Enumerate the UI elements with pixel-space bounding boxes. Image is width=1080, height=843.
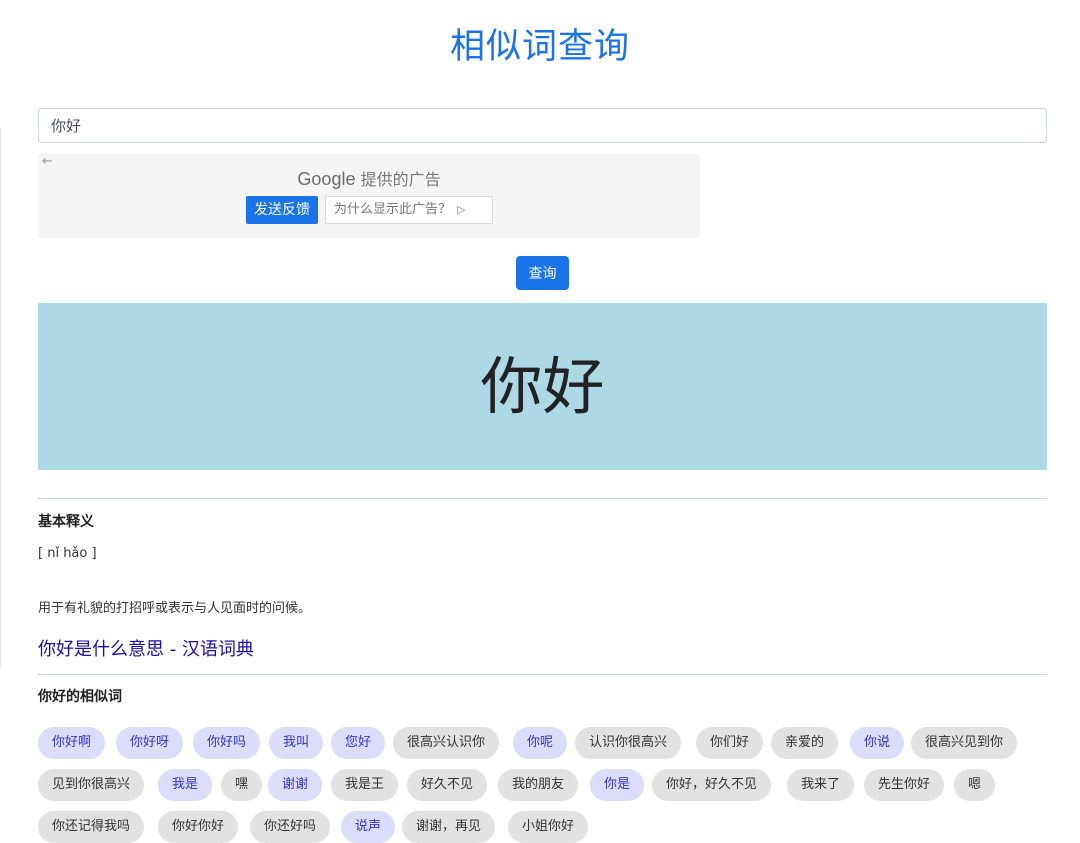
left-divider (0, 128, 1, 668)
related-word-tag[interactable]: 你好，好久不见 (652, 769, 772, 801)
pinyin: [ nǐ hǎo ] (38, 546, 97, 561)
hero-banner: 你好 (38, 303, 1047, 470)
related-word-tag[interactable]: 很高兴见到你 (911, 727, 1018, 759)
related-word-tag[interactable]: 小姐你好 (508, 811, 589, 843)
play-icon: ▷ (457, 203, 466, 216)
hero-word: 你好 (480, 350, 605, 423)
related-word-tag[interactable]: 谢谢 (268, 769, 323, 801)
definition-heading: 基本释义 (38, 514, 94, 530)
related-word-tag[interactable]: 你还记得我吗 (38, 811, 145, 843)
related-word-tag[interactable]: 你是 (590, 769, 645, 801)
related-word-tag[interactable]: 认识你很高兴 (575, 727, 682, 759)
related-word-tag[interactable]: 你呢 (513, 727, 568, 759)
related-word-tag[interactable]: 好久不见 (407, 769, 488, 801)
related-word-tag[interactable]: 我的朋友 (498, 769, 579, 801)
related-word-tag[interactable]: 你说 (850, 727, 905, 759)
definition-text: 用于有礼貌的打招呼或表示与人见面时的问候。 (38, 601, 312, 616)
query-button[interactable]: 查询 (516, 256, 569, 290)
related-word-tag[interactable]: 你好吗 (193, 727, 261, 759)
dictionary-link[interactable]: 你好是什么意思 - 汉语词典 (38, 635, 254, 661)
related-word-tag[interactable]: 先生你好 (864, 769, 945, 801)
related-word-tag[interactable]: 你好呀 (116, 727, 184, 759)
ad-panel: ← Google 提供的广告 发送反馈 为什么显示此广告？ ▷ (38, 154, 700, 238)
related-word-tag[interactable]: 我来了 (787, 769, 855, 801)
related-word-tag[interactable]: 你们好 (696, 727, 764, 759)
related-word-tag[interactable]: 见到你很高兴 (38, 769, 145, 801)
related-word-tag[interactable]: 说声 (341, 811, 396, 843)
related-word-tag[interactable]: 你还好吗 (250, 811, 331, 843)
why-this-ad-button[interactable]: 为什么显示此广告？ ▷ (325, 196, 493, 224)
related-word-tag[interactable]: 谢谢，再见 (402, 811, 496, 843)
related-word-tag[interactable]: 我是王 (331, 769, 399, 801)
related-word-tag[interactable]: 嗯 (954, 769, 996, 801)
search-input[interactable] (38, 108, 1047, 143)
send-feedback-button[interactable]: 发送反馈 (246, 196, 318, 224)
related-word-tag[interactable]: 我叫 (269, 727, 324, 759)
related-word-tag[interactable]: 亲爱的 (771, 727, 839, 759)
related-word-tag[interactable]: 你好你好 (158, 811, 239, 843)
related-word-tag[interactable]: 我是 (158, 769, 213, 801)
why-this-ad-label: 为什么显示此广告？ (334, 202, 452, 217)
related-word-tag[interactable]: 你好啊 (38, 727, 106, 759)
ad-attribution-text: 提供的广告 (360, 170, 441, 189)
section-divider (38, 674, 1047, 675)
ad-attribution: Google 提供的广告 (38, 166, 700, 190)
google-logo: Google (297, 169, 356, 189)
page-title: 相似词查询 (449, 27, 630, 67)
related-word-tag[interactable]: 很高兴认识你 (393, 727, 500, 759)
related-word-tag[interactable]: 您好 (331, 727, 386, 759)
related-word-tag[interactable]: 嘿 (221, 769, 263, 801)
related-heading: 你好的相似词 (38, 689, 122, 705)
section-divider (38, 498, 1047, 499)
